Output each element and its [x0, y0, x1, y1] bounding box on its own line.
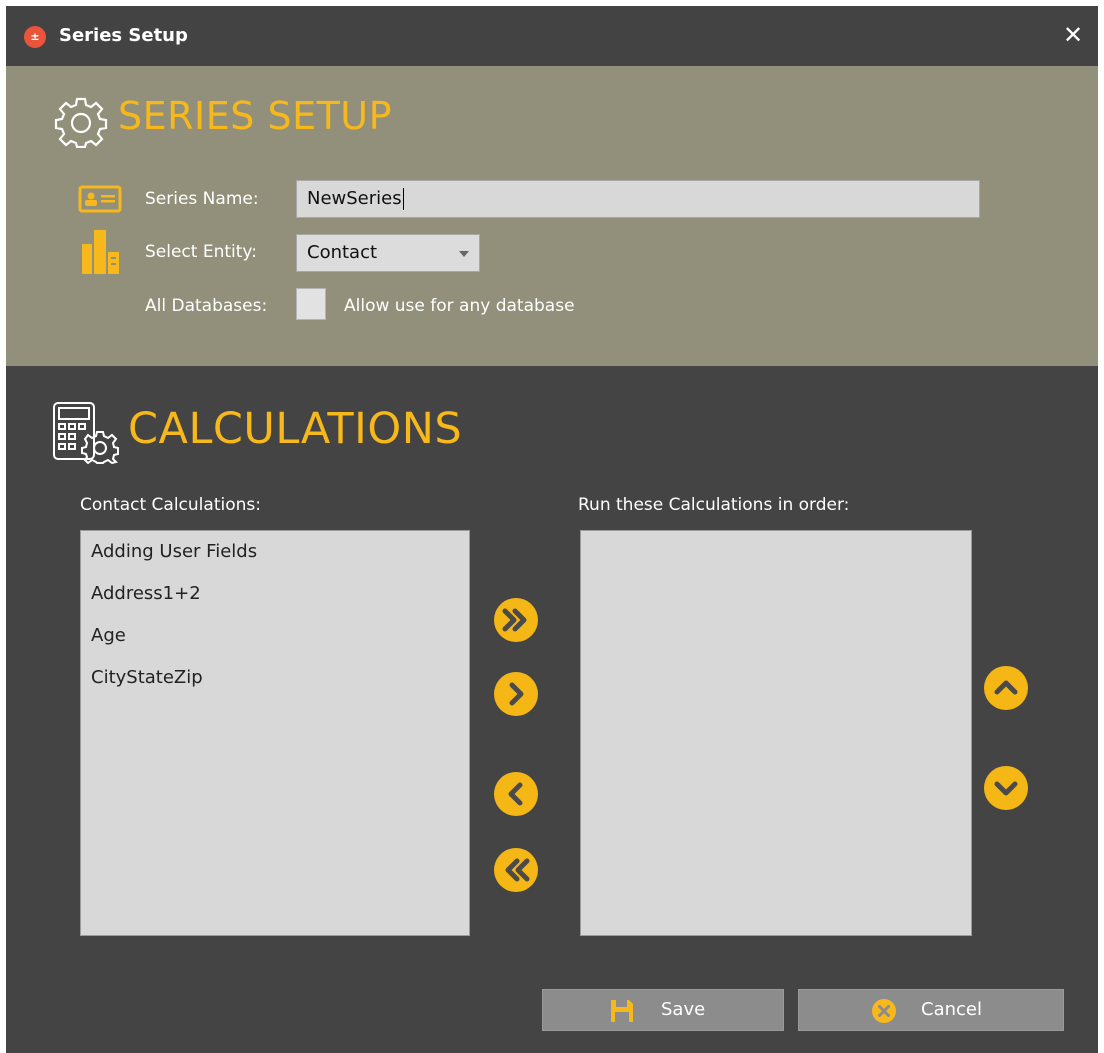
- list-item[interactable]: CityStateZip: [81, 657, 469, 699]
- cancel-label: Cancel: [921, 999, 982, 1020]
- chevron-down-icon: [994, 781, 1018, 796]
- calculator-gear-icon: [53, 402, 119, 464]
- selected-calculations-list[interactable]: [580, 530, 972, 936]
- chevron-down-icon: [459, 251, 469, 257]
- all-databases-checkbox[interactable]: [296, 288, 326, 320]
- building-icon: [82, 230, 119, 274]
- close-button[interactable]: ✕: [1058, 20, 1088, 50]
- entity-select-value: Contact: [307, 242, 378, 263]
- list-item[interactable]: Address1+2: [81, 573, 469, 615]
- entity-select[interactable]: Contact: [296, 234, 480, 272]
- series-setup-window: ± Series Setup ✕ SERIES SETUP Series Nam…: [6, 6, 1098, 1053]
- list-item[interactable]: Age: [81, 615, 469, 657]
- select-entity-label: Select Entity:: [145, 242, 257, 262]
- chevron-left-icon: [508, 782, 523, 806]
- all-databases-description: Allow use for any database: [344, 296, 575, 316]
- add-button[interactable]: [494, 672, 538, 716]
- calculator-icon: ±: [24, 26, 46, 48]
- double-chevron-left-icon: [505, 858, 530, 882]
- double-chevron-right-icon: [502, 608, 527, 632]
- series-name-input[interactable]: NewSeries: [296, 180, 980, 218]
- save-button[interactable]: Save: [542, 989, 784, 1031]
- chevron-right-icon: [509, 682, 524, 706]
- text-caret: [402, 188, 404, 210]
- gear-icon: [54, 97, 108, 148]
- selected-calculations-label: Run these Calculations in order:: [578, 495, 850, 515]
- chevron-up-icon: [994, 680, 1018, 695]
- series-name-label: Series Name:: [145, 189, 259, 209]
- save-label: Save: [661, 999, 706, 1020]
- window-title: Series Setup: [59, 25, 188, 46]
- move-up-button[interactable]: [984, 666, 1028, 710]
- series-setup-panel: SERIES SETUP Series Name: NewSeries Sele…: [6, 66, 1098, 366]
- available-calculations-list[interactable]: Adding User Fields Address1+2 Age CitySt…: [80, 530, 470, 936]
- save-icon: [611, 1000, 633, 1022]
- series-setup-heading: SERIES SETUP: [118, 94, 393, 138]
- add-all-button[interactable]: [494, 598, 538, 642]
- available-calculations-label: Contact Calculations:: [80, 495, 261, 515]
- calculations-heading: CALCULATIONS: [128, 404, 463, 454]
- cancel-icon: [872, 999, 896, 1023]
- series-name-value: NewSeries: [307, 188, 402, 209]
- cancel-button[interactable]: Cancel: [798, 989, 1064, 1031]
- id-card-icon: [78, 185, 122, 213]
- remove-button[interactable]: [494, 772, 538, 816]
- list-item[interactable]: Adding User Fields: [81, 531, 469, 573]
- move-down-button[interactable]: [984, 766, 1028, 810]
- all-databases-label: All Databases:: [145, 296, 268, 316]
- remove-all-button[interactable]: [494, 848, 538, 892]
- title-bar: ± Series Setup ✕: [6, 6, 1098, 66]
